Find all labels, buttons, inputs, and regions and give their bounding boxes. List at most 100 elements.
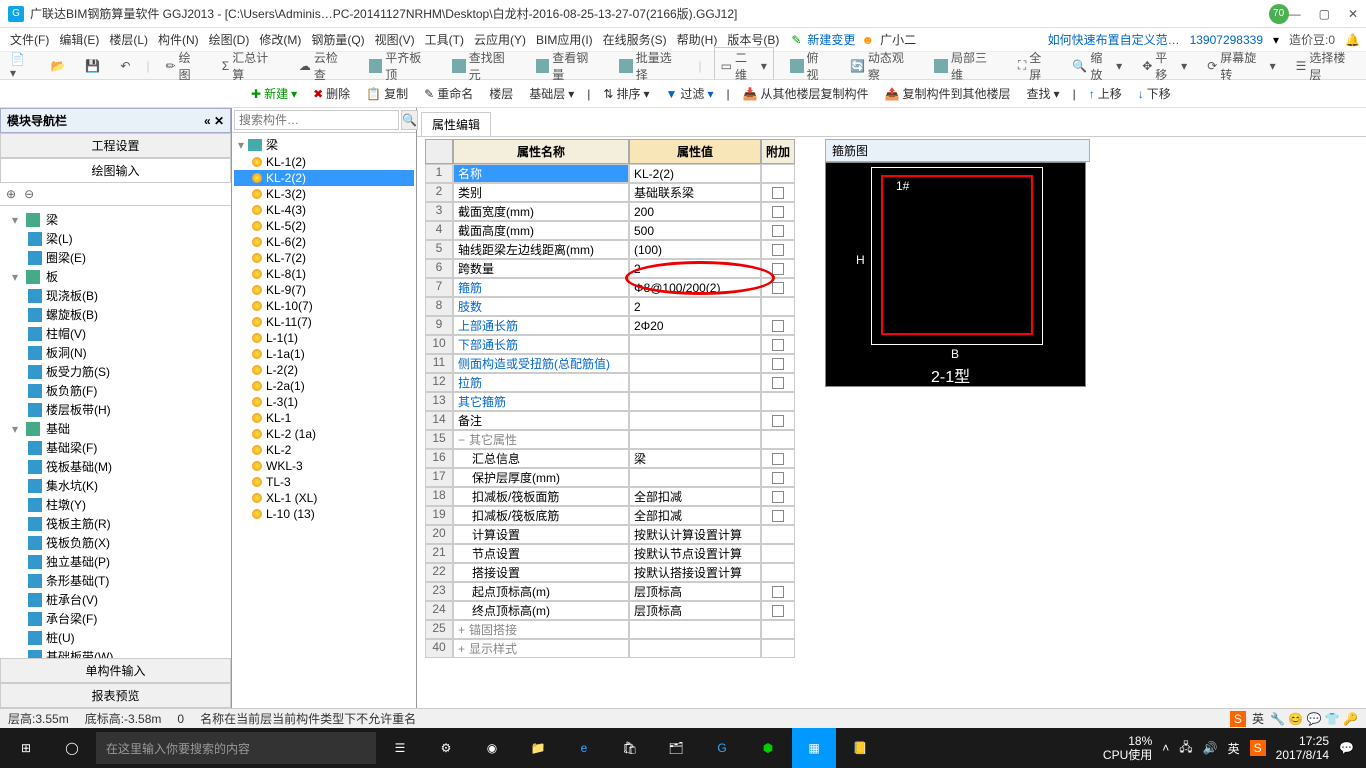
comp-item[interactable]: TL-3 <box>234 474 414 490</box>
user-id[interactable]: 13907298339 <box>1190 33 1263 47</box>
app6-icon[interactable]: 📒 <box>838 728 882 768</box>
nav-tab-single[interactable]: 单构件输入 <box>0 658 231 683</box>
menu-file[interactable]: 文件(F) <box>6 29 53 50</box>
app1-icon[interactable]: ⚙ <box>424 728 468 768</box>
prop-row[interactable]: 13其它箍筋 <box>425 392 795 411</box>
prop-row[interactable]: 10下部通长筋 <box>425 335 795 354</box>
prop-row[interactable]: 23起点顶标高(m)层顶标高 <box>425 582 795 601</box>
menu-floor[interactable]: 楼层(L) <box>105 29 152 50</box>
comp-item[interactable]: KL-10(7) <box>234 298 414 314</box>
prop-row[interactable]: 25+锚固搭接 <box>425 620 795 639</box>
selfloor-btn[interactable]: ☰ 选择楼层 <box>1292 47 1360 85</box>
prop-row[interactable]: 16汇总信息梁 <box>425 449 795 468</box>
zoom-btn[interactable]: 🔍 缩放 ▾ <box>1068 47 1126 85</box>
cloudcheck-btn[interactable]: ☁ 云检查 <box>295 47 353 85</box>
prop-row[interactable]: 18扣减板/筏板面筋全部扣减 <box>425 487 795 506</box>
prop-row[interactable]: 3截面宽度(mm)200 <box>425 202 795 221</box>
nav-item[interactable]: 筏板基础(M) <box>2 457 229 476</box>
nav-group[interactable]: ▾板 <box>2 267 229 286</box>
explorer-icon[interactable]: 🗂 <box>654 728 698 768</box>
new-btn[interactable]: ✚ 新建 ▾ <box>248 83 300 104</box>
nav-item[interactable]: 条形基础(T) <box>2 571 229 590</box>
prop-row[interactable]: 1名称KL-2(2) <box>425 164 795 183</box>
start-button[interactable]: ⊞ <box>4 728 48 768</box>
sumcalc-btn[interactable]: Σ 汇总计算 <box>218 47 283 85</box>
nav-item[interactable]: 桩(U) <box>2 628 229 647</box>
tray-vol-icon[interactable]: 🔊 <box>1203 741 1218 755</box>
nav-item[interactable]: 柱帽(V) <box>2 324 229 343</box>
search-button[interactable]: 🔍 <box>401 110 418 130</box>
nav-item[interactable]: 板受力筋(S) <box>2 362 229 381</box>
comp-item[interactable]: KL-6(2) <box>234 234 414 250</box>
comp-item[interactable]: L-10 (13) <box>234 506 414 522</box>
nav-group[interactable]: ▾基础 <box>2 419 229 438</box>
prop-row[interactable]: 2类别基础联系梁 <box>425 183 795 202</box>
sort-btn[interactable]: ⇅ 排序 ▾ <box>600 83 652 104</box>
prop-row[interactable]: 9上部通长筋2Φ20 <box>425 316 795 335</box>
menu-edit[interactable]: 编辑(E) <box>55 29 103 50</box>
comp-item[interactable]: KL-2 (1a) <box>234 426 414 442</box>
local3d-btn[interactable]: 局部三维 <box>930 47 1001 85</box>
nav-tab-project[interactable]: 工程设置 <box>0 133 231 158</box>
nav-item[interactable]: 承台梁(F) <box>2 609 229 628</box>
nav-item[interactable]: 板洞(N) <box>2 343 229 362</box>
tray-sogou[interactable]: S <box>1250 740 1266 756</box>
prop-row[interactable]: 4截面高度(mm)500 <box>425 221 795 240</box>
tab-property[interactable]: 属性编辑 <box>421 112 491 136</box>
tray-clock[interactable]: 17:252017/8/14 <box>1276 734 1329 762</box>
copy-btn[interactable]: 📋 复制 <box>363 83 411 104</box>
nav-item[interactable]: 圈梁(E) <box>2 248 229 267</box>
tray-net-icon[interactable]: 🖧 <box>1179 738 1192 759</box>
birdview-btn[interactable]: 俯视 <box>786 47 834 85</box>
prop-row[interactable]: 15−其它属性 <box>425 430 795 449</box>
comp-item[interactable]: KL-9(7) <box>234 282 414 298</box>
nav-item[interactable]: 板负筋(F) <box>2 381 229 400</box>
store-icon[interactable]: 🛍 <box>608 728 652 768</box>
close-icon[interactable]: ✕ <box>1348 7 1358 21</box>
rename-btn[interactable]: ✎ 重命名 <box>421 83 476 104</box>
nav-tab-draw[interactable]: 绘图输入 <box>0 158 231 183</box>
nav-collapse-icon2[interactable]: ⊖ <box>24 187 34 201</box>
copyfrom-btn[interactable]: 📥 从其他楼层复制构件 <box>740 83 872 104</box>
draw-btn[interactable]: ✏ 绘图 <box>162 47 206 85</box>
nav-item[interactable]: 筏板主筋(R) <box>2 514 229 533</box>
edge-icon[interactable]: e <box>562 728 606 768</box>
filter-btn[interactable]: ▼ 过滤 ▾ <box>663 83 717 104</box>
bell-icon[interactable]: 🔔 <box>1345 33 1360 47</box>
prop-row[interactable]: 5轴线距梁左边线距离(mm)(100) <box>425 240 795 259</box>
prop-row[interactable]: 22搭接设置按默认搭接设置计算 <box>425 563 795 582</box>
folder-icon[interactable]: 📁 <box>516 728 560 768</box>
fullscreen-btn[interactable]: ⛶ 全屏 <box>1014 47 1057 85</box>
comp-item[interactable]: KL-4(3) <box>234 202 414 218</box>
nav-item[interactable]: 螺旋板(B) <box>2 305 229 324</box>
comp-root[interactable]: ▾梁 <box>234 135 414 154</box>
app2-icon[interactable]: ◉ <box>470 728 514 768</box>
floor-dropdown[interactable]: 基础层 ▾ <box>526 83 577 104</box>
nav-item[interactable]: 独立基础(P) <box>2 552 229 571</box>
copyto-btn[interactable]: 📤 复制构件到其他楼层 <box>882 83 1014 104</box>
nav-item[interactable]: 楼层板带(H) <box>2 400 229 419</box>
prop-row[interactable]: 21节点设置按默认节点设置计算 <box>425 544 795 563</box>
nav-item[interactable]: 筏板负筋(X) <box>2 533 229 552</box>
dynview-btn[interactable]: 🔄 动态观察 <box>846 47 918 85</box>
prop-row[interactable]: 19扣减板/筏板底筋全部扣减 <box>425 506 795 525</box>
nav-item[interactable]: 桩承台(V) <box>2 590 229 609</box>
prop-row[interactable]: 11侧面构造或受扭筋(总配筋值) <box>425 354 795 373</box>
comp-item[interactable]: KL-1 <box>234 410 414 426</box>
comp-item[interactable]: L-3(1) <box>234 394 414 410</box>
comp-item[interactable]: KL-11(7) <box>234 314 414 330</box>
prop-row[interactable]: 6跨数量2 <box>425 259 795 278</box>
comp-item[interactable]: L-2a(1) <box>234 378 414 394</box>
up-btn[interactable]: ↑ 上移 <box>1086 83 1125 104</box>
prop-row[interactable]: 7箍筋Φ8@100/200(2) <box>425 278 795 297</box>
comp-item[interactable]: KL-5(2) <box>234 218 414 234</box>
minimize-icon[interactable]: — <box>1289 7 1301 21</box>
tray-notif-icon[interactable]: 💬 <box>1339 741 1354 755</box>
viewsteel-btn[interactable]: 查看钢量 <box>532 47 603 85</box>
comp-item[interactable]: XL-1 (XL) <box>234 490 414 506</box>
app3-icon[interactable]: G <box>700 728 744 768</box>
component-tree[interactable]: ▾梁KL-1(2)KL-2(2)KL-3(2)KL-4(3)KL-5(2)KL-… <box>232 133 416 708</box>
pan-btn[interactable]: ✥ 平移 ▾ <box>1138 47 1191 85</box>
taskbar-search[interactable]: 在这里输入你要搜索的内容 <box>96 732 376 764</box>
2d-dropdown[interactable]: ▭ 二维 ▾ <box>714 47 774 85</box>
